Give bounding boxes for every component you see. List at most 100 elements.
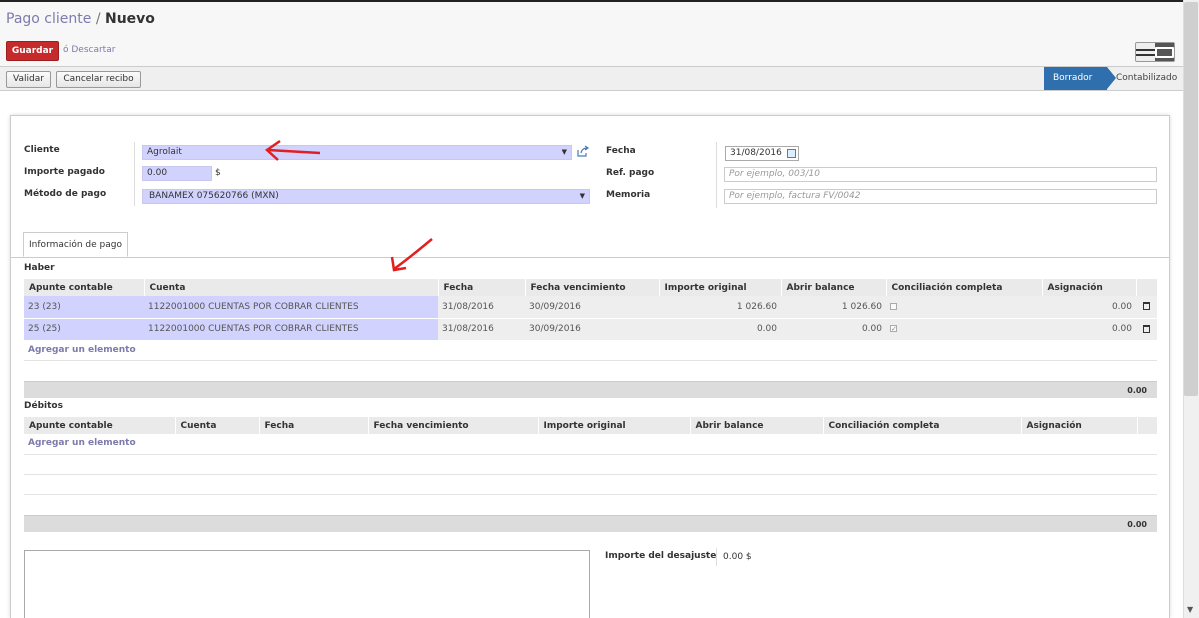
red-arrow-annotation (390, 238, 433, 272)
cell-entry: 25 (25) (24, 318, 144, 341)
debits-total: 0.00 (24, 515, 1157, 532)
date-label: Fecha (606, 146, 636, 156)
cell-entry: 23 (23) (24, 296, 144, 319)
scrollbar-thumb[interactable] (1184, 2, 1198, 396)
debits-add-item[interactable]: Agregar un elemento (28, 438, 136, 448)
customer-label: Cliente (24, 145, 60, 155)
row-divider (24, 494, 1157, 495)
column-header[interactable]: Cuenta (144, 279, 439, 296)
breadcrumb-parent[interactable]: Pago cliente (6, 11, 91, 27)
form-view-button[interactable] (1155, 43, 1174, 61)
state-draft[interactable]: Borrador (1044, 67, 1116, 90)
trash-icon[interactable] (1143, 302, 1150, 311)
column-header[interactable]: Abrir balance (781, 279, 887, 296)
column-header[interactable]: Abrir balance (690, 417, 824, 434)
cell-reconcile (886, 296, 1042, 319)
customer-select[interactable]: Agrolait ▼ (142, 145, 572, 160)
payment-method-select[interactable]: BANAMEX 075620766 (MXN) ▼ (142, 189, 590, 204)
credits-title: Haber (24, 263, 55, 273)
credits-table: Apunte contable Cuenta Fecha Fecha venci… (24, 279, 1158, 341)
memo-label: Memoria (606, 190, 651, 200)
chevron-down-icon: ▼ (579, 192, 585, 200)
column-header[interactable]: Conciliación completa (823, 417, 1022, 434)
column-header (1137, 417, 1158, 434)
field-separator (716, 548, 717, 566)
column-header[interactable]: Asignación (1021, 417, 1138, 434)
column-header[interactable]: Conciliación completa (886, 279, 1043, 296)
trash-icon[interactable] (1143, 324, 1150, 333)
cell-open-balance: 0.00 (781, 318, 886, 341)
cell-date: 31/08/2016 (438, 296, 525, 319)
status-bar: Validar Cancelar recibo Borrador Contabi… (0, 66, 1183, 91)
column-header[interactable]: Importe original (659, 279, 782, 296)
scroll-down-icon[interactable]: ▼ (1187, 605, 1193, 614)
column-header[interactable]: Fecha vencimiento (368, 417, 539, 434)
column-header[interactable]: Fecha (438, 279, 526, 296)
list-view-button[interactable] (1136, 43, 1155, 61)
cell-date: 31/08/2016 (438, 318, 525, 341)
external-link-icon[interactable] (576, 145, 590, 158)
field-separator (134, 142, 135, 206)
view-switcher (1135, 42, 1175, 62)
column-header (1136, 279, 1158, 296)
cancel-receipt-button[interactable]: Cancelar recibo (56, 71, 141, 88)
list-view-icon (1136, 48, 1155, 56)
table-header: Apunte contable Cuenta Fecha Fecha venci… (24, 279, 1158, 296)
payment-method-value: BANAMEX 075620766 (MXN) (149, 191, 279, 201)
breadcrumb-separator: / (91, 11, 105, 27)
notes-textarea[interactable] (24, 550, 590, 618)
writeoff-label: Importe del desajuste (605, 551, 717, 561)
breadcrumb-current: Nuevo (105, 11, 155, 27)
discard-link[interactable]: ó Descartar (63, 45, 115, 55)
debits-table: Apunte contable Cuenta Fecha Fecha venci… (24, 417, 1158, 434)
ref-label: Ref. pago (606, 168, 655, 178)
calendar-icon[interactable] (787, 149, 796, 158)
writeoff-value: 0.00 $ (723, 552, 752, 562)
credits-total: 0.00 (24, 381, 1157, 398)
row-divider (24, 454, 1157, 455)
breadcrumb: Pago cliente / Nuevo (6, 11, 155, 27)
memo-input[interactable]: Por ejemplo, factura FV/0042 (724, 189, 1157, 204)
column-header[interactable]: Importe original (538, 417, 691, 434)
save-button[interactable]: Guardar (6, 41, 59, 61)
cell-allocation[interactable]: 0.00 (1042, 296, 1136, 319)
field-separator (716, 142, 717, 208)
column-header[interactable]: Fecha (259, 417, 369, 434)
currency-symbol: $ (215, 168, 221, 178)
cell-due-date: 30/09/2016 (525, 318, 659, 341)
column-header[interactable]: Cuenta (175, 417, 260, 434)
debits-title: Débitos (24, 401, 63, 411)
amount-label: Importe pagado (24, 167, 105, 177)
cell-due-date: 30/09/2016 (525, 296, 659, 319)
reconcile-checkbox-checked[interactable]: ✓ (890, 325, 897, 333)
reconcile-checkbox[interactable] (890, 302, 897, 310)
table-row[interactable]: 25 (25) 1122001000 CUENTAS POR COBRAR CL… (24, 318, 1157, 341)
credits-add-item[interactable]: Agregar un elemento (28, 345, 136, 355)
form-view-icon (1155, 46, 1174, 58)
column-header[interactable]: Apunte contable (24, 417, 176, 434)
table-header: Apunte contable Cuenta Fecha Fecha venci… (24, 417, 1158, 434)
control-panel: Pago cliente / Nuevo Guardar ó Descartar (0, 2, 1183, 66)
cell-original: 1 026.60 (659, 296, 781, 319)
row-divider (24, 474, 1157, 475)
date-input[interactable]: 31/08/2016 (725, 146, 799, 161)
payment-ref-input[interactable]: Por ejemplo, 003/10 (724, 167, 1157, 182)
cell-allocation[interactable]: 0.00 (1042, 318, 1136, 341)
row-divider (24, 360, 1157, 361)
date-value: 31/08/2016 (730, 148, 782, 158)
amount-input[interactable]: 0.00 (142, 166, 212, 181)
tab-payment-info[interactable]: Información de pago (23, 232, 128, 257)
state-posted[interactable]: Contabilizado (1112, 67, 1177, 90)
cell-original: 0.00 (659, 318, 781, 341)
column-header[interactable]: Asignación (1042, 279, 1137, 296)
cell-account: 1122001000 CUENTAS POR COBRAR CLIENTES (144, 318, 438, 341)
validate-button[interactable]: Validar (6, 71, 51, 88)
chevron-down-icon: ▼ (561, 148, 567, 156)
red-arrow-annotation (264, 139, 321, 161)
column-header[interactable]: Apunte contable (24, 279, 145, 296)
method-label: Método de pago (24, 189, 107, 199)
tab-underline (11, 257, 1169, 258)
table-row[interactable]: 23 (23) 1122001000 CUENTAS POR COBRAR CL… (24, 296, 1157, 319)
column-header[interactable]: Fecha vencimiento (525, 279, 660, 296)
cell-reconcile: ✓ (886, 318, 1042, 341)
